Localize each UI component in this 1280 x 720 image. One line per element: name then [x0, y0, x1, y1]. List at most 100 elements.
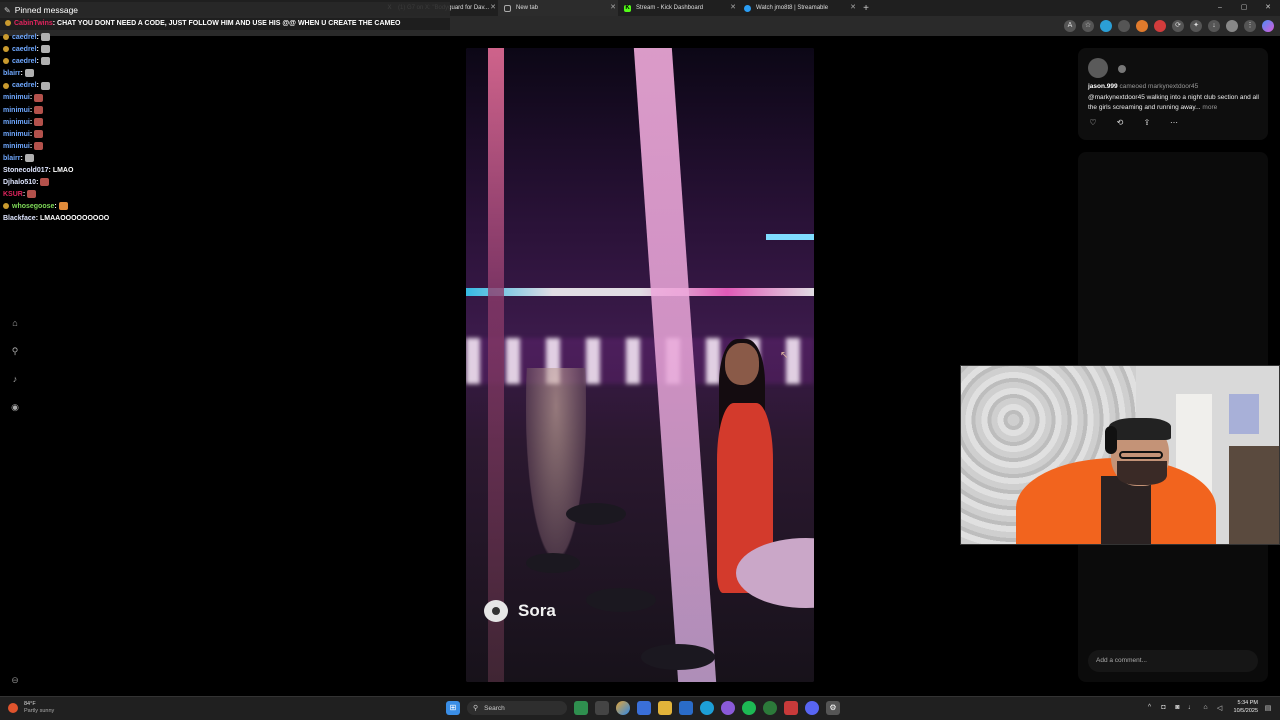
- weather-temp: 84°F: [24, 701, 36, 707]
- badge-icon: [3, 203, 9, 210]
- close-icon[interactable]: ✕: [850, 3, 856, 11]
- minimize-button[interactable]: –: [1208, 0, 1232, 16]
- share-icon[interactable]: ⇪: [1142, 118, 1152, 127]
- bell-icon[interactable]: ♪: [8, 372, 22, 386]
- extension-icon[interactable]: [1154, 20, 1166, 32]
- chat-username[interactable]: Stonecold017: [3, 167, 49, 174]
- profile-icon[interactable]: ◉: [8, 400, 22, 414]
- woman-figure: [711, 339, 781, 682]
- spotify-icon[interactable]: [742, 701, 756, 715]
- chat-username[interactable]: Djhalo510: [3, 179, 36, 186]
- cameo-avatar[interactable]: [1118, 65, 1126, 73]
- post-caption: @markynextdoor45 walking into a night cl…: [1088, 93, 1260, 112]
- menu-icon[interactable]: ⋮: [1244, 20, 1256, 32]
- copilot-icon[interactable]: [616, 701, 630, 715]
- translate-icon[interactable]: A: [1064, 20, 1076, 32]
- app-icon[interactable]: [721, 701, 735, 715]
- settings-icon[interactable]: ⊖: [9, 674, 21, 686]
- more-options-icon[interactable]: ⋯: [1169, 118, 1179, 127]
- search-label: Search: [484, 704, 505, 712]
- app-icon[interactable]: [574, 701, 588, 715]
- tab-streamable[interactable]: Watch jmo8t8 | Streamable ✕: [738, 0, 858, 16]
- pinned-message: CabinTwins: CHAT YOU DONT NEED A CODE, J…: [0, 18, 450, 30]
- discord-icon[interactable]: [805, 701, 819, 715]
- clock[interactable]: 5:34 PM 10/5/2025: [1234, 700, 1258, 715]
- edge-icon[interactable]: [700, 701, 714, 715]
- chat-messages: caedrel: caedrel: caedrel: blairr: caedr…: [3, 32, 109, 226]
- chat-username[interactable]: minimui: [3, 94, 30, 101]
- chat-username[interactable]: caedrel: [12, 46, 37, 53]
- chat-username[interactable]: blairr: [3, 155, 21, 162]
- pinned-banner[interactable]: ✎ Pinned message: [0, 2, 450, 18]
- close-icon[interactable]: ✕: [610, 3, 616, 11]
- poster: [1229, 394, 1259, 434]
- notification-icon[interactable]: ▤: [1264, 704, 1272, 712]
- network-icon[interactable]: ⌂: [1202, 704, 1210, 711]
- weather-desc: Partly sunny: [24, 708, 55, 714]
- task-view-icon[interactable]: [595, 701, 609, 715]
- avatar[interactable]: [1088, 58, 1108, 78]
- taskbar-search[interactable]: ⚲ Search: [467, 701, 567, 715]
- speaker-icon[interactable]: ◁: [1216, 704, 1224, 712]
- close-icon[interactable]: ✕: [730, 3, 736, 11]
- start-icon[interactable]: ⊞: [446, 701, 460, 715]
- extension-icon[interactable]: [1118, 20, 1130, 32]
- chat-username[interactable]: minimui: [3, 119, 30, 126]
- puzzle-icon[interactable]: ✦: [1190, 20, 1202, 32]
- app-icon[interactable]: [784, 701, 798, 715]
- pinned-title: Pinned message: [14, 5, 79, 15]
- badge-icon: [3, 82, 9, 89]
- extension-icon[interactable]: [1100, 20, 1112, 32]
- chat-username[interactable]: KSUR: [3, 191, 23, 198]
- chat-message: Blackface: LMAAOOOOOOOOO: [3, 213, 109, 225]
- dancer-figure: [526, 368, 586, 558]
- chat-message: Stonecold017: LMAO: [3, 165, 109, 177]
- home-icon[interactable]: ⌂: [8, 316, 22, 330]
- emote-icon: [24, 154, 34, 163]
- chat-username[interactable]: whosegoose: [12, 203, 54, 210]
- chat-username[interactable]: minimui: [3, 107, 30, 114]
- chat-username[interactable]: minimui: [3, 131, 30, 138]
- chat-username[interactable]: caedrel: [12, 58, 37, 65]
- close-window-button[interactable]: ✕: [1256, 0, 1280, 16]
- chat-username[interactable]: blairr: [3, 70, 21, 77]
- app-icon[interactable]: [679, 701, 693, 715]
- post-username[interactable]: jason.999: [1088, 83, 1118, 90]
- chat-username[interactable]: caedrel: [12, 34, 37, 41]
- app-icon[interactable]: [763, 701, 777, 715]
- tab-label: Stream - Kick Dashboard: [636, 5, 704, 11]
- chat-message: caedrel:: [3, 80, 109, 92]
- tab-new-tab[interactable]: New tab ✕: [498, 0, 618, 16]
- video-player[interactable]: Sora: [466, 48, 814, 682]
- bookmark-star-icon[interactable]: ☆: [1082, 20, 1094, 32]
- badge-icon: [3, 34, 9, 41]
- copilot-icon[interactable]: [1262, 20, 1274, 32]
- settings-icon[interactable]: ⚙: [826, 701, 840, 715]
- chat-username[interactable]: Blackface: [3, 215, 36, 222]
- refresh-icon[interactable]: ⟳: [1172, 20, 1184, 32]
- tray-app-icon[interactable]: ◘: [1160, 704, 1168, 711]
- close-icon[interactable]: ✕: [490, 3, 496, 11]
- file-explorer-icon[interactable]: [658, 701, 672, 715]
- app-icon[interactable]: [637, 701, 651, 715]
- chat-message: minimui:: [3, 92, 109, 104]
- more-link[interactable]: more: [1202, 104, 1217, 111]
- downloads-icon[interactable]: ↓: [1208, 20, 1220, 32]
- heart-icon[interactable]: ♡: [1088, 118, 1098, 127]
- chat-username[interactable]: minimui: [3, 143, 30, 150]
- new-tab-button[interactable]: +: [858, 3, 874, 14]
- emote-icon: [40, 45, 50, 54]
- tray-app-icon[interactable]: ◙: [1174, 704, 1182, 711]
- comment-input[interactable]: Add a comment...: [1088, 650, 1258, 672]
- microphone-icon[interactable]: ♩: [1188, 704, 1196, 711]
- extension-icon[interactable]: [1136, 20, 1148, 32]
- search-icon[interactable]: ⚲: [8, 344, 22, 358]
- chat-message: KSUR:: [3, 189, 109, 201]
- weather-widget[interactable]: 84°F Partly sunny: [8, 701, 54, 715]
- remix-icon[interactable]: ⟲: [1115, 118, 1125, 127]
- chat-username[interactable]: caedrel: [12, 82, 37, 89]
- profile-avatar[interactable]: [1226, 20, 1238, 32]
- chevron-up-icon[interactable]: ^: [1146, 704, 1154, 711]
- maximize-button[interactable]: ▢: [1232, 0, 1256, 16]
- tab-kick-dashboard[interactable]: K Stream - Kick Dashboard ✕: [618, 0, 738, 16]
